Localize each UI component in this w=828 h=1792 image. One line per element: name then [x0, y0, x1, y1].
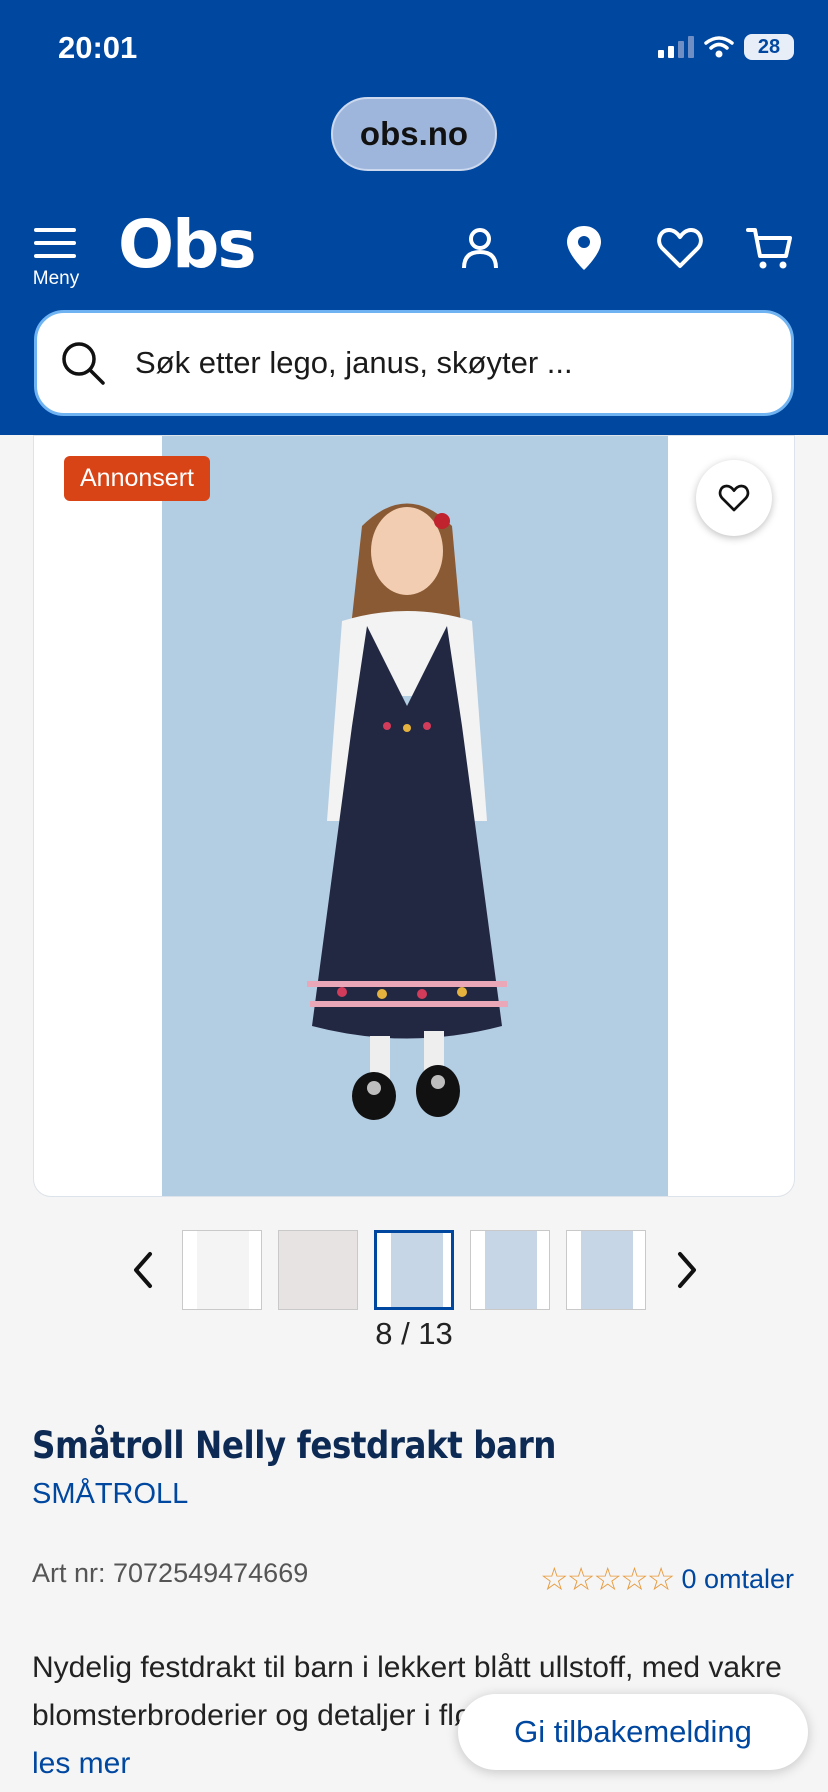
add-to-favorites-button[interactable]: [696, 460, 772, 536]
gallery-counter: 8 / 13: [375, 1316, 453, 1351]
star-rating-icon: ☆☆☆☆☆: [540, 1561, 675, 1597]
store-location-icon[interactable]: [560, 224, 608, 272]
signal-icon: [658, 36, 694, 58]
search-bar[interactable]: Søk etter lego, janus, skøyter ...: [34, 310, 794, 416]
menu-label: Meny: [32, 268, 80, 289]
cart-icon[interactable]: [746, 224, 794, 272]
battery-indicator: 28: [744, 34, 794, 60]
thumbnail-active[interactable]: [374, 1230, 454, 1310]
thumbnail[interactable]: [182, 1230, 262, 1310]
reviews-link[interactable]: 0 omtaler: [681, 1564, 794, 1595]
hamburger-icon: [34, 228, 76, 267]
product-photo-illustration: [307, 503, 508, 1120]
thumbnail-strip: [0, 1230, 828, 1310]
obs-logo[interactable]: Obs: [118, 212, 257, 278]
status-icons: 28: [658, 34, 794, 60]
thumbnail[interactable]: [470, 1230, 550, 1310]
url-bar[interactable]: obs.no: [331, 97, 497, 171]
article-number: Art nr: 7072549474669: [32, 1558, 309, 1588]
account-icon[interactable]: [456, 224, 504, 272]
chevron-left-icon[interactable]: [128, 1248, 158, 1292]
wifi-icon: [704, 36, 734, 58]
product-image[interactable]: [162, 436, 668, 1196]
thumbnail[interactable]: [566, 1230, 646, 1310]
read-more-link[interactable]: les mer: [32, 1747, 130, 1780]
product-image-card: Annonsert: [33, 435, 795, 1197]
thumbnail[interactable]: [278, 1230, 358, 1310]
sponsored-badge: Annonsert: [64, 456, 210, 501]
feedback-button[interactable]: Gi tilbakemelding: [458, 1694, 808, 1770]
favorites-icon[interactable]: [656, 224, 704, 272]
search-icon: [62, 342, 105, 385]
menu-button[interactable]: Meny: [26, 222, 86, 292]
product-brand-link[interactable]: SMÅTROLL: [32, 1478, 188, 1511]
status-time: 20:01: [58, 30, 138, 65]
chevron-right-icon[interactable]: [672, 1248, 702, 1292]
rating-summary[interactable]: ☆☆☆☆☆ 0 omtaler: [540, 1560, 794, 1598]
heart-icon: [718, 484, 750, 512]
search-input[interactable]: Søk etter lego, janus, skøyter ...: [135, 345, 573, 381]
site-header: 20:01 28 obs.no Meny Obs Søk etter lego,…: [0, 0, 828, 435]
product-title: Småtroll Nelly festdrakt barn: [32, 1424, 557, 1467]
